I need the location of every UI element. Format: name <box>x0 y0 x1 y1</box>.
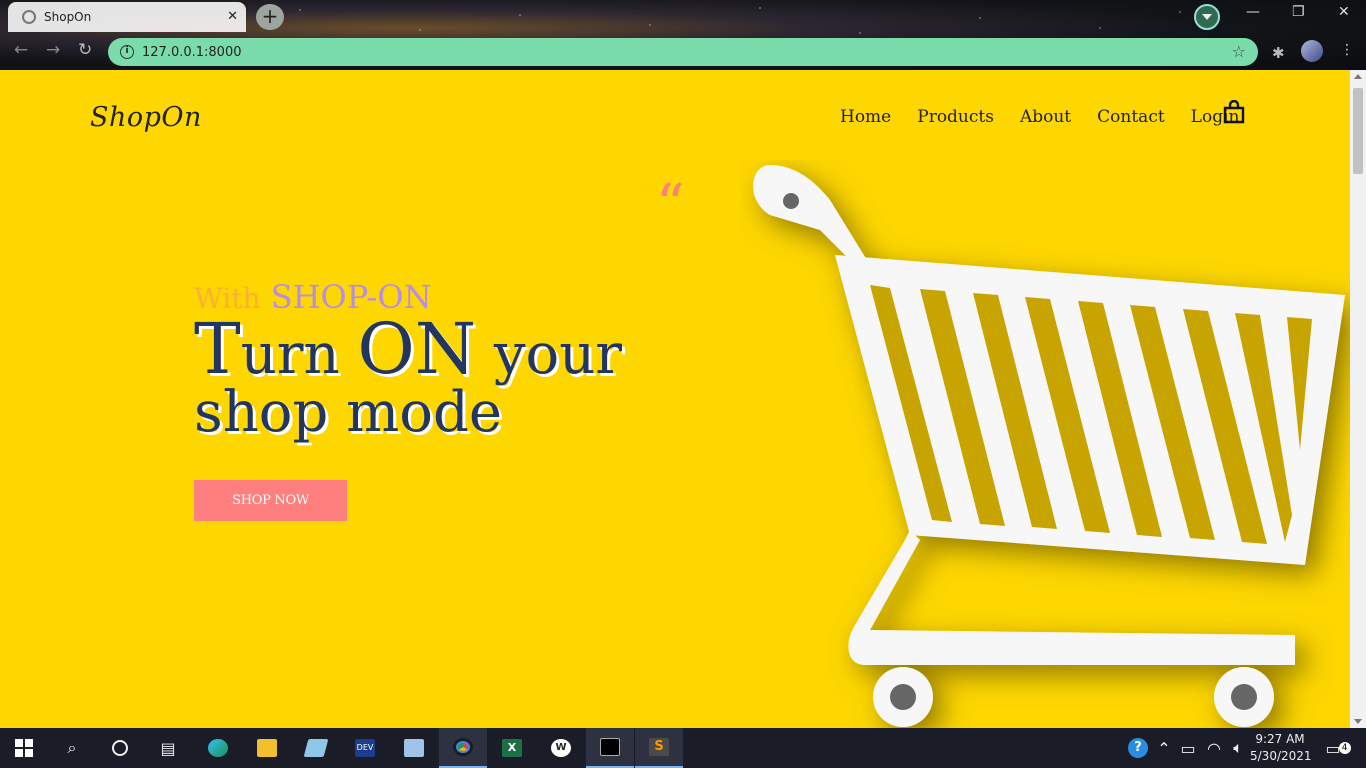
headline-shop-mode: shop mode <box>194 380 502 445</box>
scroll-down-icon[interactable] <box>1354 719 1362 724</box>
bookmark-star-icon[interactable]: ☆ <box>1232 42 1246 61</box>
headline-on: ON <box>357 308 477 390</box>
reload-icon[interactable]: ↻ <box>78 40 92 60</box>
terminal-icon[interactable] <box>586 728 634 768</box>
chrome-icon[interactable] <box>439 728 487 768</box>
hero-headline: Turn ON your shop mode <box>194 314 664 445</box>
notepad-icon[interactable] <box>292 728 340 768</box>
maximize-icon[interactable]: ❐ <box>1292 4 1305 20</box>
nav-contact[interactable]: Contact <box>1097 107 1165 127</box>
extensions-icon[interactable]: ✱ <box>1272 44 1285 62</box>
headline-your: your <box>476 322 623 387</box>
excel-icon[interactable]: X <box>488 728 536 768</box>
back-icon[interactable]: ← <box>14 40 28 60</box>
scroll-up-icon[interactable] <box>1354 74 1362 79</box>
notifications-icon[interactable]: ▭ 4 <box>1314 728 1362 768</box>
tab-search-icon[interactable] <box>1194 4 1220 30</box>
shopping-cart-illustration <box>753 165 1345 727</box>
wamp-icon[interactable]: W <box>537 728 585 768</box>
task-view-icon[interactable]: ▤ <box>144 728 192 768</box>
clock-date: 5/30/2021 <box>1250 749 1312 763</box>
minimize-icon[interactable]: — <box>1246 4 1260 20</box>
forward-icon[interactable]: → <box>46 40 60 60</box>
nav-products[interactable]: Products <box>917 107 994 127</box>
edge-icon[interactable] <box>194 728 242 768</box>
taskbar: ⌕ ▤ DEV X W S ? ⌃ ▭ ◠ 🔈︎ 9:27 AM 5/30/20… <box>0 728 1366 768</box>
search-icon[interactable]: ⌕ <box>48 728 96 768</box>
page-scrollbar[interactable] <box>1350 70 1366 728</box>
cortana-icon[interactable] <box>96 728 144 768</box>
clock[interactable]: 9:27 AM 5/30/2021 <box>1250 731 1312 765</box>
sublime-icon[interactable]: S <box>635 728 683 768</box>
browser-chrome: ShopOn ✕ + — ❐ ✕ ← → ↻ i 127.0.0.1:8000 … <box>0 0 1366 70</box>
headline-t: T <box>194 308 241 390</box>
window-close-icon[interactable]: ✕ <box>1338 4 1350 20</box>
browser-menu-icon[interactable]: ⋮ <box>1340 42 1354 58</box>
address-bar[interactable]: i 127.0.0.1:8000 ☆ <box>108 38 1258 66</box>
clock-time: 9:27 AM <box>1255 732 1305 746</box>
notification-count: 4 <box>1338 742 1351 754</box>
browser-tab[interactable]: ShopOn ✕ <box>8 2 246 32</box>
nav-about[interactable]: About <box>1020 107 1071 127</box>
profile-avatar[interactable] <box>1301 40 1323 62</box>
shop-now-button[interactable]: SHOP NOW <box>194 480 347 521</box>
url-text: 127.0.0.1:8000 <box>142 44 242 60</box>
nav-home[interactable]: Home <box>840 107 891 127</box>
main-nav: Home Products About Contact Login <box>840 107 1239 127</box>
headline-urn: urn <box>240 322 358 387</box>
page-content: ShopOn Home Products About Contact Login… <box>0 70 1350 728</box>
site-info-icon[interactable]: i <box>120 45 134 59</box>
site-logo[interactable]: ShopOn <box>90 102 202 133</box>
quote-mark: “ <box>656 173 685 238</box>
scroll-thumb[interactable] <box>1353 88 1363 174</box>
start-icon[interactable] <box>0 728 48 768</box>
globe-icon <box>22 10 36 24</box>
shopping-bag-icon[interactable] <box>1222 100 1246 124</box>
file-explorer-icon[interactable] <box>243 728 291 768</box>
tab-title: ShopOn <box>44 10 92 24</box>
dev-app-icon[interactable]: DEV <box>341 728 389 768</box>
new-tab-button[interactable]: + <box>256 4 284 30</box>
close-tab-icon[interactable]: ✕ <box>227 9 238 24</box>
cube-app-icon[interactable] <box>390 728 438 768</box>
